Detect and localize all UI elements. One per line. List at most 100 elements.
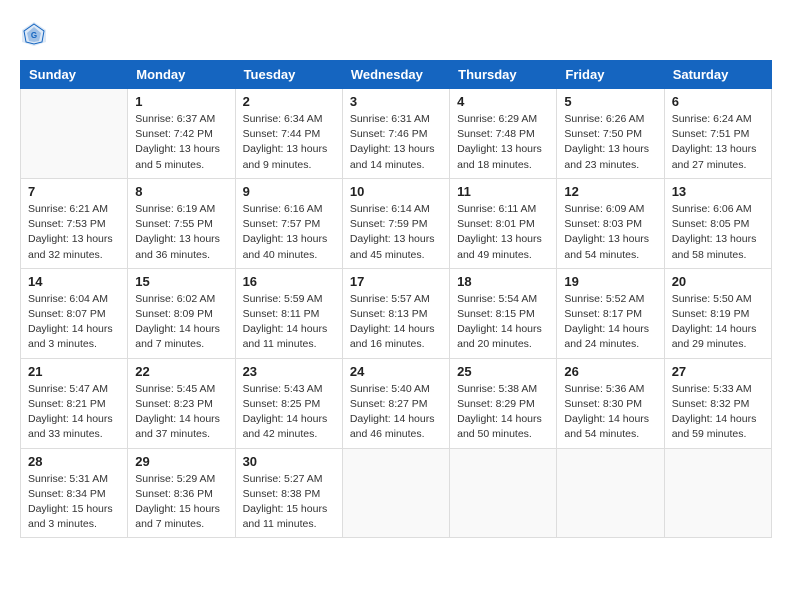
day-info: Sunrise: 6:02 AMSunset: 8:09 PMDaylight:… xyxy=(135,292,227,353)
day-info: Sunrise: 5:29 AMSunset: 8:36 PMDaylight:… xyxy=(135,472,227,533)
day-number: 26 xyxy=(564,364,656,379)
calendar-week-5: 28 Sunrise: 5:31 AMSunset: 8:34 PMDayligh… xyxy=(21,448,772,538)
day-info: Sunrise: 6:31 AMSunset: 7:46 PMDaylight:… xyxy=(350,112,442,173)
day-info: Sunrise: 5:52 AMSunset: 8:17 PMDaylight:… xyxy=(564,292,656,353)
day-number: 11 xyxy=(457,184,549,199)
day-number: 28 xyxy=(28,454,120,469)
day-number: 14 xyxy=(28,274,120,289)
calendar-cell: 30Sunrise: 5:27 AMSunset: 8:38 PMDayligh… xyxy=(235,448,342,538)
day-info: Sunrise: 5:50 AMSunset: 8:19 PMDaylight:… xyxy=(672,292,764,353)
day-info: Sunrise: 6:34 AMSunset: 7:44 PMDaylight:… xyxy=(243,112,335,173)
day-info: Sunrise: 5:40 AMSunset: 8:27 PMDaylight:… xyxy=(350,382,442,443)
weekday-header-wednesday: Wednesday xyxy=(342,61,449,89)
calendar-cell: 10Sunrise: 6:14 AMSunset: 7:59 PMDayligh… xyxy=(342,178,449,268)
day-number: 18 xyxy=(457,274,549,289)
day-number: 6 xyxy=(672,94,764,109)
day-info: Sunrise: 5:36 AMSunset: 8:30 PMDaylight:… xyxy=(564,382,656,443)
day-info: Sunrise: 6:11 AMSunset: 8:01 PMDaylight:… xyxy=(457,202,549,263)
day-number: 22 xyxy=(135,364,227,379)
calendar-cell: 26 Sunrise: 5:36 AMSunset: 8:30 PMDayligh… xyxy=(557,358,664,448)
day-info: Sunrise: 5:43 AMSunset: 8:25 PMDaylight:… xyxy=(243,382,335,443)
calendar-cell: 14 Sunrise: 6:04 AMSunset: 8:07 PMDayligh… xyxy=(21,268,128,358)
calendar-cell: 5 Sunrise: 6:26 AMSunset: 7:50 PMDaylight… xyxy=(557,89,664,179)
calendar-week-1: 1 Sunrise: 6:37 AMSunset: 7:42 PMDaylight… xyxy=(21,89,772,179)
day-number: 16 xyxy=(243,274,335,289)
day-number: 19 xyxy=(564,274,656,289)
calendar-cell: 13 Sunrise: 6:06 AMSunset: 8:05 PMDayligh… xyxy=(664,178,771,268)
svg-text:G: G xyxy=(31,31,37,40)
calendar-cell: 21 Sunrise: 5:47 AMSunset: 8:21 PMDayligh… xyxy=(21,358,128,448)
day-number: 8 xyxy=(135,184,227,199)
calendar-cell: 18 Sunrise: 5:54 AMSunset: 8:15 PMDayligh… xyxy=(450,268,557,358)
calendar-cell: 8 Sunrise: 6:19 AMSunset: 7:55 PMDaylight… xyxy=(128,178,235,268)
calendar-cell: 12Sunrise: 6:09 AMSunset: 8:03 PMDayligh… xyxy=(557,178,664,268)
day-info: Sunrise: 6:21 AMSunset: 7:53 PMDaylight:… xyxy=(28,202,120,263)
calendar-cell xyxy=(664,448,771,538)
weekday-header-row: SundayMondayTuesdayWednesdayThursdayFrid… xyxy=(21,61,772,89)
calendar-cell: 23 Sunrise: 5:43 AMSunset: 8:25 PMDayligh… xyxy=(235,358,342,448)
calendar-cell: 11 Sunrise: 6:11 AMSunset: 8:01 PMDayligh… xyxy=(450,178,557,268)
day-info: Sunrise: 6:29 AMSunset: 7:48 PMDaylight:… xyxy=(457,112,549,173)
calendar-cell: 25Sunrise: 5:38 AMSunset: 8:29 PMDayligh… xyxy=(450,358,557,448)
day-info: Sunrise: 6:06 AMSunset: 8:05 PMDaylight:… xyxy=(672,202,764,263)
day-info: Sunrise: 5:59 AMSunset: 8:11 PMDaylight:… xyxy=(243,292,335,353)
calendar-cell: 9Sunrise: 6:16 AMSunset: 7:57 PMDaylight… xyxy=(235,178,342,268)
day-number: 24 xyxy=(350,364,442,379)
day-number: 9 xyxy=(243,184,335,199)
day-number: 29 xyxy=(135,454,227,469)
day-info: Sunrise: 6:24 AMSunset: 7:51 PMDaylight:… xyxy=(672,112,764,173)
day-info: Sunrise: 6:37 AMSunset: 7:42 PMDaylight:… xyxy=(135,112,227,173)
day-info: Sunrise: 6:19 AMSunset: 7:55 PMDaylight:… xyxy=(135,202,227,263)
calendar-cell: 28 Sunrise: 5:31 AMSunset: 8:34 PMDayligh… xyxy=(21,448,128,538)
day-info: Sunrise: 6:04 AMSunset: 8:07 PMDaylight:… xyxy=(28,292,120,353)
weekday-header-tuesday: Tuesday xyxy=(235,61,342,89)
calendar-cell: 29 Sunrise: 5:29 AMSunset: 8:36 PMDayligh… xyxy=(128,448,235,538)
day-number: 12 xyxy=(564,184,656,199)
calendar-cell: 3Sunrise: 6:31 AMSunset: 7:46 PMDaylight… xyxy=(342,89,449,179)
day-number: 1 xyxy=(135,94,227,109)
weekday-header-monday: Monday xyxy=(128,61,235,89)
calendar-cell: 22 Sunrise: 5:45 AMSunset: 8:23 PMDayligh… xyxy=(128,358,235,448)
day-number: 4 xyxy=(457,94,549,109)
calendar-cell: 27Sunrise: 5:33 AMSunset: 8:32 PMDayligh… xyxy=(664,358,771,448)
day-info: Sunrise: 5:31 AMSunset: 8:34 PMDaylight:… xyxy=(28,472,120,533)
calendar-week-3: 14 Sunrise: 6:04 AMSunset: 8:07 PMDayligh… xyxy=(21,268,772,358)
weekday-header-sunday: Sunday xyxy=(21,61,128,89)
day-info: Sunrise: 5:27 AMSunset: 8:38 PMDaylight:… xyxy=(243,472,335,533)
calendar-cell: 15 Sunrise: 6:02 AMSunset: 8:09 PMDayligh… xyxy=(128,268,235,358)
day-number: 15 xyxy=(135,274,227,289)
day-number: 7 xyxy=(28,184,120,199)
day-number: 27 xyxy=(672,364,764,379)
day-info: Sunrise: 5:38 AMSunset: 8:29 PMDaylight:… xyxy=(457,382,549,443)
calendar-cell: 19 Sunrise: 5:52 AMSunset: 8:17 PMDayligh… xyxy=(557,268,664,358)
day-info: Sunrise: 5:54 AMSunset: 8:15 PMDaylight:… xyxy=(457,292,549,353)
weekday-header-friday: Friday xyxy=(557,61,664,89)
weekday-header-saturday: Saturday xyxy=(664,61,771,89)
page-header: G xyxy=(20,20,772,48)
calendar-week-2: 7 Sunrise: 6:21 AMSunset: 7:53 PMDaylight… xyxy=(21,178,772,268)
day-number: 20 xyxy=(672,274,764,289)
calendar-cell xyxy=(450,448,557,538)
weekday-header-thursday: Thursday xyxy=(450,61,557,89)
calendar-cell xyxy=(557,448,664,538)
calendar-cell: 17 Sunrise: 5:57 AMSunset: 8:13 PMDayligh… xyxy=(342,268,449,358)
day-number: 13 xyxy=(672,184,764,199)
day-info: Sunrise: 6:14 AMSunset: 7:59 PMDaylight:… xyxy=(350,202,442,263)
logo-icon: G xyxy=(20,20,48,48)
day-info: Sunrise: 5:45 AMSunset: 8:23 PMDaylight:… xyxy=(135,382,227,443)
day-number: 23 xyxy=(243,364,335,379)
day-number: 17 xyxy=(350,274,442,289)
day-info: Sunrise: 5:47 AMSunset: 8:21 PMDaylight:… xyxy=(28,382,120,443)
calendar-cell xyxy=(342,448,449,538)
calendar-cell: 20 Sunrise: 5:50 AMSunset: 8:19 PMDayligh… xyxy=(664,268,771,358)
calendar-cell: 24 Sunrise: 5:40 AMSunset: 8:27 PMDayligh… xyxy=(342,358,449,448)
day-number: 21 xyxy=(28,364,120,379)
logo: G xyxy=(20,20,52,48)
day-info: Sunrise: 5:57 AMSunset: 8:13 PMDaylight:… xyxy=(350,292,442,353)
calendar-cell: 16 Sunrise: 5:59 AMSunset: 8:11 PMDayligh… xyxy=(235,268,342,358)
day-number: 5 xyxy=(564,94,656,109)
day-info: Sunrise: 6:26 AMSunset: 7:50 PMDaylight:… xyxy=(564,112,656,173)
calendar-cell: 4 Sunrise: 6:29 AMSunset: 7:48 PMDaylight… xyxy=(450,89,557,179)
calendar-table: SundayMondayTuesdayWednesdayThursdayFrid… xyxy=(20,60,772,538)
calendar-week-4: 21 Sunrise: 5:47 AMSunset: 8:21 PMDayligh… xyxy=(21,358,772,448)
